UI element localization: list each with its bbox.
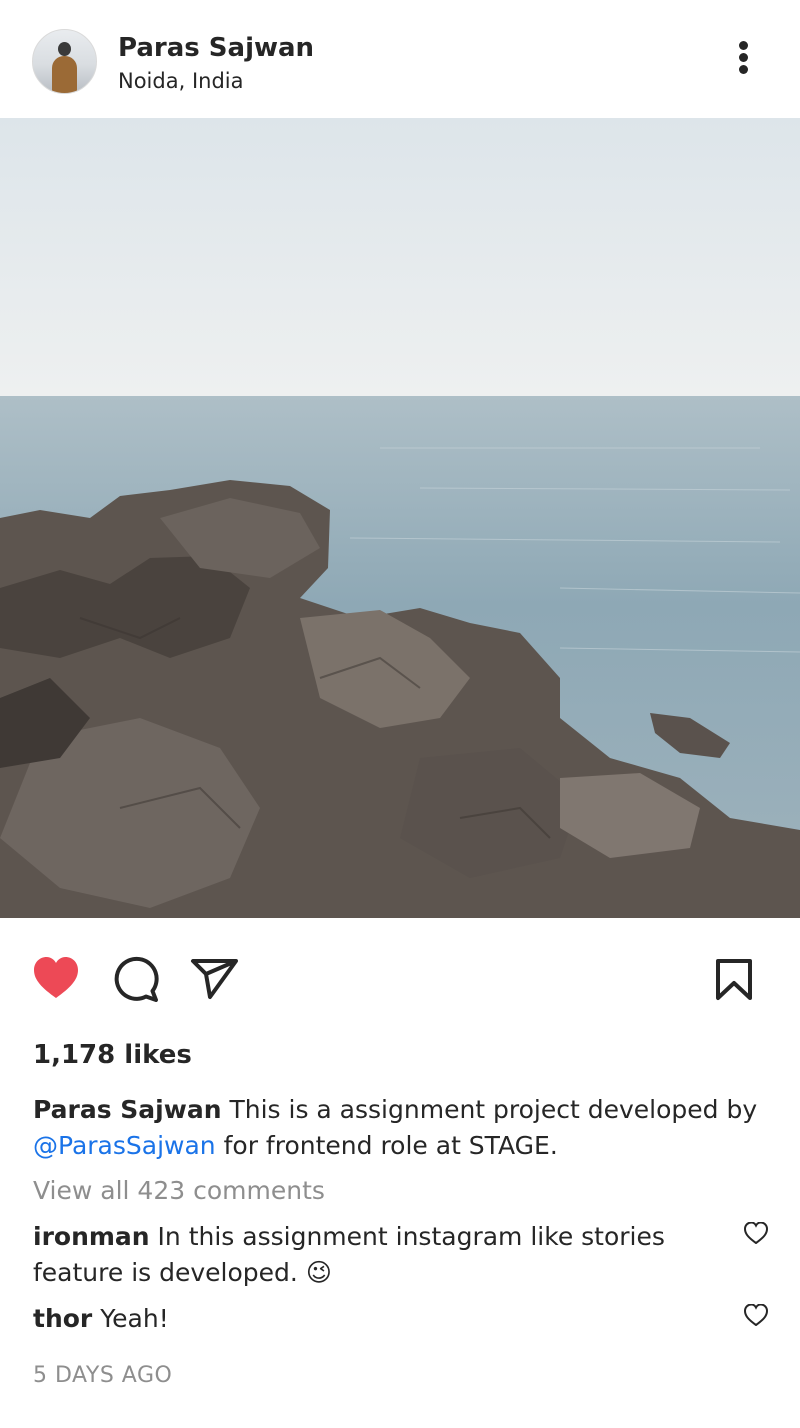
post-timestamp: 5 DAYS AGO bbox=[33, 1363, 173, 1388]
caption-text: This is a assignment project developed b… bbox=[229, 1095, 758, 1124]
post-caption: Paras Sajwan This is a assignment projec… bbox=[33, 1092, 783, 1164]
avatar-body bbox=[52, 56, 77, 93]
view-all-comments-link[interactable]: View all 423 comments bbox=[33, 1176, 325, 1205]
caption-mention[interactable]: @ParasSajwan bbox=[33, 1131, 216, 1160]
likes-count[interactable]: 1,178 likes bbox=[33, 1040, 192, 1070]
post-photo[interactable] bbox=[0, 118, 800, 918]
caption-author[interactable]: Paras Sajwan bbox=[33, 1095, 222, 1124]
avatar-head bbox=[58, 42, 71, 56]
comment-item: thor Yeah! bbox=[33, 1301, 713, 1337]
heart-outline-icon[interactable] bbox=[743, 1221, 769, 1248]
comment-user[interactable]: thor bbox=[33, 1304, 92, 1333]
location[interactable]: Noida, India bbox=[118, 69, 243, 93]
bookmark-icon[interactable] bbox=[714, 958, 754, 1006]
comment-item: ironman In this assignment instagram lik… bbox=[33, 1219, 713, 1291]
paper-plane-icon[interactable] bbox=[190, 958, 240, 1004]
wink-emoji: 😉 bbox=[305, 1258, 332, 1287]
more-vertical-icon[interactable] bbox=[730, 38, 758, 78]
speech-bubble-icon[interactable] bbox=[112, 956, 160, 1006]
post-actions bbox=[0, 950, 800, 1010]
heart-outline-icon[interactable] bbox=[743, 1303, 769, 1330]
comment-text: Yeah! bbox=[100, 1304, 169, 1333]
heart-filled-icon[interactable] bbox=[32, 956, 80, 1004]
comment-user[interactable]: ironman bbox=[33, 1222, 150, 1251]
username[interactable]: Paras Sajwan bbox=[118, 33, 314, 63]
post-header: Paras Sajwan Noida, India bbox=[0, 0, 800, 118]
avatar[interactable] bbox=[32, 29, 97, 94]
seascape-image bbox=[0, 118, 800, 918]
caption-text-end: for frontend role at STAGE. bbox=[223, 1131, 558, 1160]
